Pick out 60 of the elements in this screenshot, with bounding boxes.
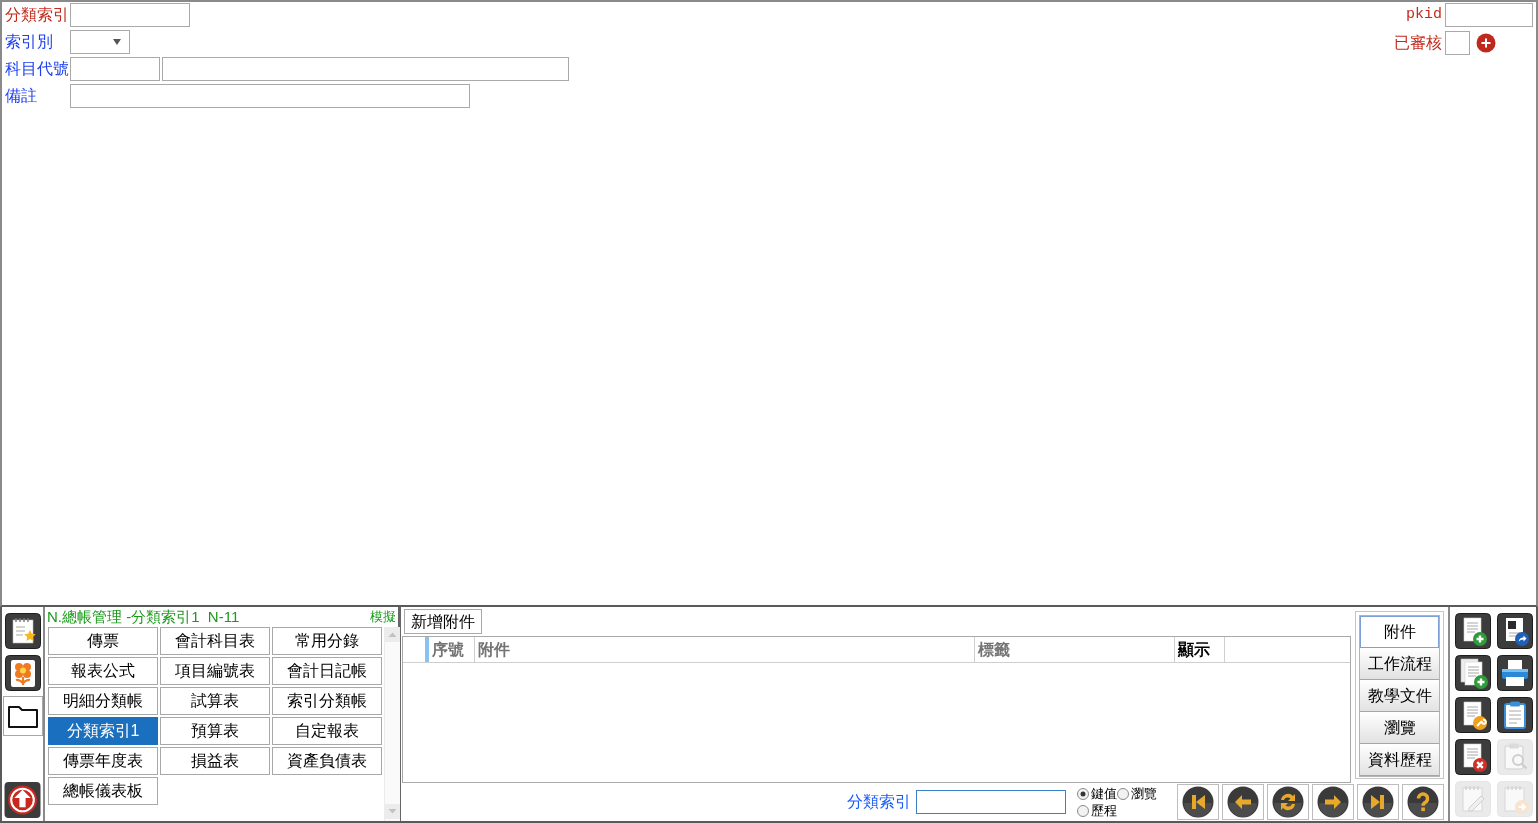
menu-title: N.總帳管理 -分類索引1 N-11: [47, 607, 240, 626]
memo-input[interactable]: [70, 84, 470, 108]
document-delete-icon[interactable]: [1455, 739, 1491, 775]
document-wrench-icon[interactable]: [1455, 697, 1491, 733]
navigation-button[interactable]: [1222, 784, 1264, 820]
refresh-icon: [1272, 786, 1304, 818]
field-label: 索引別: [5, 32, 54, 52]
side-tab[interactable]: [2, 612, 43, 649]
menu-item[interactable]: 傳票年度表: [48, 747, 158, 775]
add-attachment-button[interactable]: 新增附件: [404, 609, 482, 634]
menu-item[interactable]: 損益表: [160, 747, 270, 775]
printer-icon[interactable]: [1497, 655, 1533, 691]
menu-item[interactable]: 分類索引1: [48, 717, 158, 745]
field-label: 分類索引: [5, 5, 70, 25]
first-record-icon: [1182, 786, 1214, 818]
code-input[interactable]: [70, 57, 160, 81]
navigation-button[interactable]: [1177, 784, 1219, 820]
clipboard-icon[interactable]: [1497, 697, 1533, 733]
menu-item[interactable]: 預算表: [160, 717, 270, 745]
field-label: 科目代號: [5, 59, 70, 79]
menu-item[interactable]: 會計日記帳: [272, 657, 382, 685]
search-mode-radio[interactable]: 歷程: [1077, 802, 1117, 819]
document-add-icon[interactable]: [1455, 613, 1491, 649]
menu-item[interactable]: 傳票: [48, 627, 158, 655]
text-input[interactable]: [70, 3, 190, 27]
menu-item[interactable]: 試算表: [160, 687, 270, 715]
approved-checkbox[interactable]: [1445, 31, 1470, 55]
navigation-button[interactable]: [1267, 784, 1309, 820]
name-input[interactable]: [162, 57, 569, 81]
menu-item[interactable]: 資產負債表: [272, 747, 382, 775]
menu-item[interactable]: 常用分錄: [272, 627, 382, 655]
search-input[interactable]: [916, 790, 1066, 814]
search-label: 分類索引: [847, 792, 911, 812]
dropdown-caret-icon: [113, 39, 121, 45]
last-record-icon: [1362, 786, 1394, 818]
mode-label: 模擬: [370, 607, 396, 626]
field-label: 備註: [5, 86, 38, 106]
side-panel-tab[interactable]: 附件: [1360, 616, 1439, 648]
menu-item[interactable]: 總帳儀表板: [48, 777, 158, 805]
search-mode-radio[interactable]: 瀏覽: [1117, 785, 1157, 802]
menu-item[interactable]: 自定報表: [272, 717, 382, 745]
menu-item[interactable]: 項目編號表: [160, 657, 270, 685]
search-mode-radio[interactable]: 鍵值: [1077, 785, 1117, 802]
documents-add-icon[interactable]: [1455, 655, 1491, 691]
flower-icon: [4, 654, 41, 691]
menu-item[interactable]: 索引分類帳: [272, 687, 382, 715]
menu-item[interactable]: 會計科目表: [160, 627, 270, 655]
navigation-button[interactable]: [1402, 784, 1444, 820]
menu-item[interactable]: 報表公式: [48, 657, 158, 685]
pkid-label: pkid: [1405, 5, 1442, 25]
pkid-input[interactable]: [1445, 3, 1533, 27]
navigation-button[interactable]: [1357, 784, 1399, 820]
navigation-button[interactable]: [1312, 784, 1354, 820]
add-icon[interactable]: [1476, 33, 1496, 53]
menu-item[interactable]: 明細分類帳: [48, 687, 158, 715]
help-icon: [1407, 786, 1439, 818]
approved-label: 已審核: [1394, 33, 1442, 53]
column-header[interactable]: 顯示: [1174, 637, 1224, 662]
side-tab[interactable]: [2, 696, 43, 736]
side-tab[interactable]: [2, 654, 43, 691]
